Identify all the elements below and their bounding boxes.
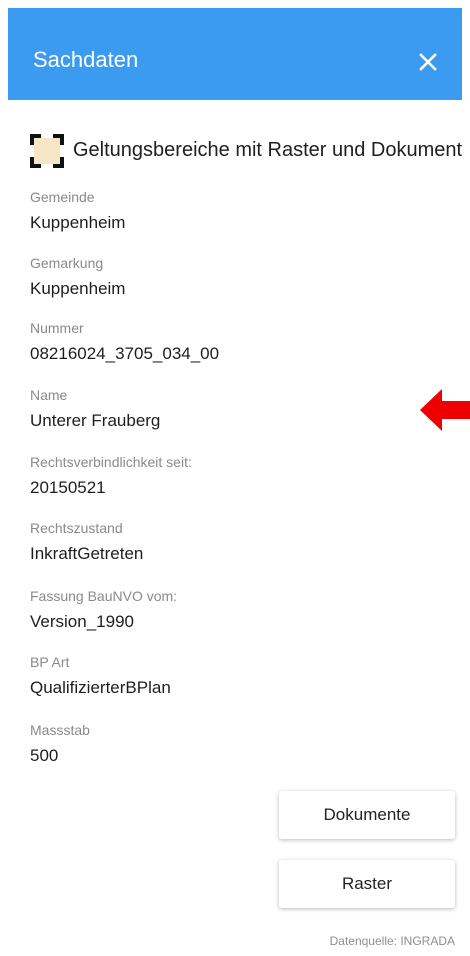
field-label: Nummer <box>30 320 84 336</box>
field-label: Rechtsverbindlichkeit seit: <box>30 454 192 470</box>
data-source-label: Datenquelle: INGRADA <box>329 934 455 948</box>
field-label: Rechtszustand <box>30 520 123 536</box>
field-value: Kuppenheim <box>30 213 126 232</box>
panel-title: Sachdaten <box>33 47 139 72</box>
field-gemarkung: Gemarkung Kuppenheim <box>30 255 125 299</box>
layer-title: Geltungsbereiche mit Raster und Dokument… <box>73 139 462 161</box>
field-label: BP Art <box>30 654 70 670</box>
field-massstab: Massstab 500 <box>30 722 90 766</box>
field-label: Massstab <box>30 722 90 738</box>
field-label: Name <box>30 387 68 403</box>
field-value: Kuppenheim <box>30 279 126 298</box>
field-rechtsverbindlichkeit: Rechtsverbindlichkeit seit: 20150521 <box>30 454 192 498</box>
field-label: Gemarkung <box>30 255 104 271</box>
field-value: 20150521 <box>30 478 106 497</box>
field-value: Unterer Frauberg <box>30 411 161 430</box>
dokumente-button[interactable]: Dokumente <box>279 791 455 839</box>
field-value: QualifizierterBPlan <box>30 678 171 697</box>
field-value: InkraftGetreten <box>30 544 144 563</box>
field-rechtszustand: Rechtszustand InkraftGetreten <box>30 520 143 564</box>
field-gemeinde: Gemeinde Kuppenheim <box>30 189 125 233</box>
layer-heading: Geltungsbereiche mit Raster und Dokument… <box>30 134 462 168</box>
close-button[interactable] <box>418 52 438 72</box>
field-label: Fassung BauNVO vom: <box>30 588 178 604</box>
polygon-selection-icon <box>30 134 64 168</box>
field-nummer: Nummer 08216024_3705_034_00 <box>30 320 219 364</box>
field-bp-art: BP Art QualifizierterBPlan <box>30 654 171 698</box>
field-value: 08216024_3705_034_00 <box>30 344 220 363</box>
panel-header: Sachdaten <box>8 8 462 100</box>
raster-button[interactable]: Raster <box>279 860 455 908</box>
field-name: Name Unterer Frauberg <box>30 387 160 431</box>
close-icon <box>419 53 437 71</box>
field-fassung-baunvo: Fassung BauNVO vom: Version_1990 <box>30 588 177 632</box>
field-value: 500 <box>30 746 59 765</box>
field-value: Version_1990 <box>30 612 134 631</box>
field-label: Gemeinde <box>30 189 95 205</box>
red-arrow-left-icon <box>420 389 470 431</box>
